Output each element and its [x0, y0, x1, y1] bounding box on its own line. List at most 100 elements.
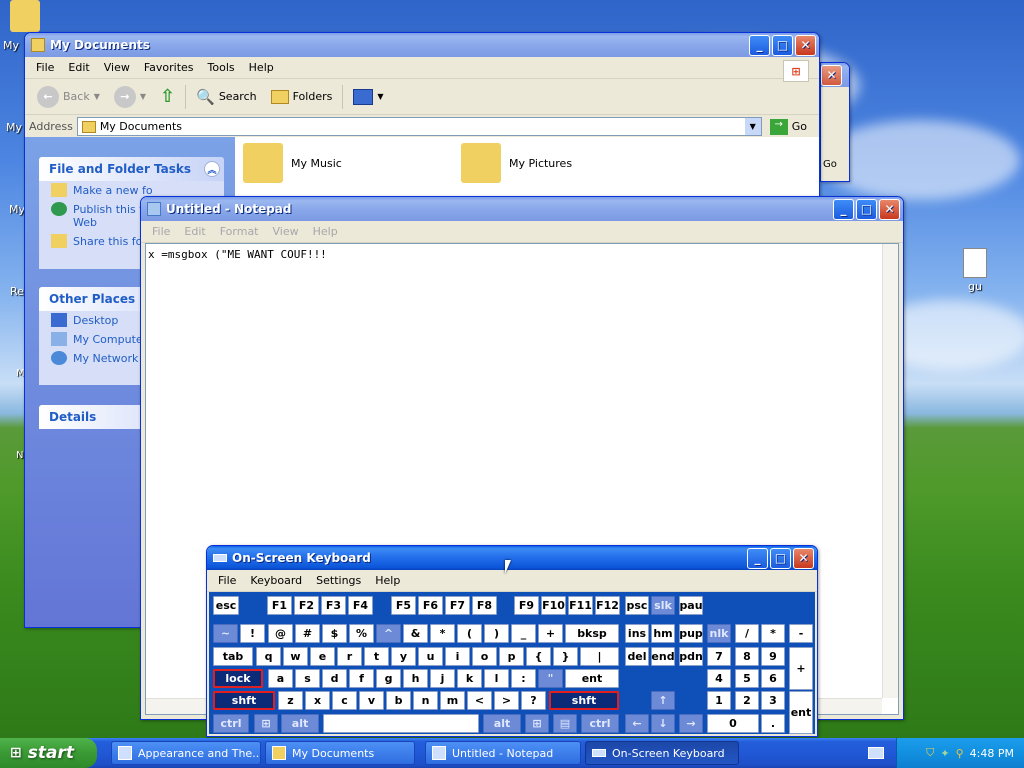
clock[interactable]: 4:48 PM	[970, 747, 1014, 760]
key-num-11[interactable]: _	[511, 624, 536, 643]
key-tab-13[interactable]: |	[580, 647, 619, 666]
key-tab-7[interactable]: u	[418, 647, 443, 666]
key-shift-8[interactable]: <	[467, 691, 492, 710]
key-shift-13[interactable]: 1	[707, 691, 731, 710]
chevron-down-icon[interactable]: ▼	[744, 118, 761, 135]
key-fn-1[interactable]: F1	[267, 596, 292, 615]
close-icon[interactable]: ✕	[795, 34, 816, 56]
desktop-label-3[interactable]: My	[9, 203, 25, 216]
key-tab-3[interactable]: e	[310, 647, 335, 666]
network-icon[interactable]: ✦	[940, 747, 949, 760]
key-bottom-2[interactable]: alt	[483, 714, 521, 733]
key-num-10[interactable]: )	[484, 624, 509, 643]
key-shift-11[interactable]: shft	[549, 691, 619, 710]
chevron-down-icon[interactable]: ▼	[377, 92, 383, 101]
key-caps-8[interactable]: k	[457, 669, 482, 688]
osk-titlebar[interactable]: On-Screen Keyboard _ □ ✕	[207, 546, 817, 570]
key-fn-5[interactable]: F5	[391, 596, 416, 615]
key-tab-17[interactable]: 7	[707, 647, 731, 666]
menu-edit[interactable]: Edit	[61, 61, 96, 74]
key-tab-10[interactable]: p	[499, 647, 524, 666]
background-window[interactable]: ✕ Go	[820, 62, 850, 182]
chevron-down-icon[interactable]: ▼	[94, 92, 100, 101]
key-shift-7[interactable]: m	[440, 691, 465, 710]
key-tab-2[interactable]: w	[283, 647, 308, 666]
key-shift-6[interactable]: n	[413, 691, 438, 710]
back-button[interactable]: ← Back ▼	[33, 84, 104, 110]
taskbar-item-notepad[interactable]: Untitled - Notepad	[425, 741, 581, 765]
shield-icon[interactable]: ⛉	[926, 746, 934, 760]
folders-button[interactable]: Folders	[267, 88, 337, 106]
key-tab-6[interactable]: y	[391, 647, 416, 666]
key-num-3[interactable]: #	[295, 624, 320, 643]
address-input[interactable]: My Documents ▼	[76, 117, 762, 136]
key-shift-1[interactable]: z	[278, 691, 303, 710]
key-fn-10[interactable]: F10	[541, 596, 566, 615]
key-num-15[interactable]: hm	[651, 624, 675, 643]
key-num-1[interactable]: !	[240, 624, 265, 643]
explorer-titlebar[interactable]: My Documents _ □ ✕	[25, 33, 819, 57]
maximize-icon[interactable]: □	[772, 34, 793, 56]
key-num-12[interactable]: +	[538, 624, 563, 643]
up-folder-button[interactable]: ⇧	[156, 84, 179, 109]
key-shift-9[interactable]: >	[494, 691, 519, 710]
osk-window[interactable]: On-Screen Keyboard _ □ ✕ File Keyboard S…	[206, 545, 818, 737]
menu-key-icon[interactable]: ▤	[553, 714, 577, 733]
key-num-17[interactable]: nlk	[707, 624, 731, 643]
key-caps-3[interactable]: d	[322, 669, 347, 688]
key-shift-3[interactable]: c	[332, 691, 357, 710]
key-caps-14[interactable]: 5	[735, 669, 759, 688]
key-caps-10[interactable]: :	[511, 669, 536, 688]
taskbar-item-appearance[interactable]: Appearance and The...	[111, 741, 261, 765]
views-button[interactable]: ▼	[349, 87, 387, 107]
key-bottom-8[interactable]: .	[761, 714, 785, 733]
key-num-0[interactable]: ~	[213, 624, 238, 643]
key-fn-2[interactable]: F2	[294, 596, 319, 615]
windows-key-icon[interactable]: ⊞	[525, 714, 549, 733]
menu-favorites[interactable]: Favorites	[137, 61, 201, 74]
menu-view[interactable]: View	[97, 61, 137, 74]
vertical-scrollbar[interactable]	[882, 244, 898, 698]
key-bottom-0[interactable]: ctrl	[213, 714, 249, 733]
menu-tools[interactable]: Tools	[201, 61, 242, 74]
key-caps-4[interactable]: f	[349, 669, 374, 688]
menu-settings[interactable]: Settings	[309, 574, 368, 587]
windows-key-icon[interactable]: ⊞	[254, 714, 278, 733]
key-caps-6[interactable]: h	[403, 669, 428, 688]
close-icon[interactable]: ✕	[879, 198, 900, 220]
key-caps-9[interactable]: l	[484, 669, 509, 688]
key-num-18[interactable]: /	[735, 624, 759, 643]
key-num-20[interactable]: -	[789, 624, 813, 643]
key-fn-3[interactable]: F3	[321, 596, 346, 615]
key-num-19[interactable]: *	[761, 624, 785, 643]
key-tab-4[interactable]: r	[337, 647, 362, 666]
key-shift-4[interactable]: v	[359, 691, 384, 710]
key-fn-0[interactable]: esc	[213, 596, 239, 615]
key-caps-13[interactable]: 4	[707, 669, 731, 688]
key-caps-1[interactable]: a	[268, 669, 293, 688]
minimize-icon[interactable]: _	[749, 34, 770, 56]
key-shift-5[interactable]: b	[386, 691, 411, 710]
key-num-8[interactable]: *	[430, 624, 455, 643]
key-shift-12[interactable]: ↑	[651, 691, 675, 710]
taskbar-item-osk[interactable]: On-Screen Keyboard	[585, 741, 739, 765]
key-tab-12[interactable]: }	[553, 647, 578, 666]
key-tab-9[interactable]: o	[472, 647, 497, 666]
desktop-label-6[interactable]: N	[16, 450, 23, 461]
key-tab-16[interactable]: pdn	[679, 647, 703, 666]
key-bottom-5[interactable]: ↓	[651, 714, 675, 733]
key-fn-15[interactable]: pau	[679, 596, 703, 615]
key-caps-2[interactable]: s	[295, 669, 320, 688]
menu-keyboard[interactable]: Keyboard	[243, 574, 309, 587]
key-num-2[interactable]: @	[268, 624, 293, 643]
maximize-icon[interactable]: □	[856, 198, 877, 220]
close-icon[interactable]: ✕	[793, 547, 814, 569]
menu-help[interactable]: Help	[368, 574, 407, 587]
key-num-9[interactable]: (	[457, 624, 482, 643]
background-window-titlebar[interactable]: ✕	[821, 63, 849, 87]
key-tab-5[interactable]: t	[364, 647, 389, 666]
key-shift-14[interactable]: 2	[735, 691, 759, 710]
key-bottom-7[interactable]: 0	[707, 714, 759, 733]
key-shift-0[interactable]: shft	[213, 691, 275, 710]
start-button[interactable]: ⊞ start	[0, 738, 97, 768]
